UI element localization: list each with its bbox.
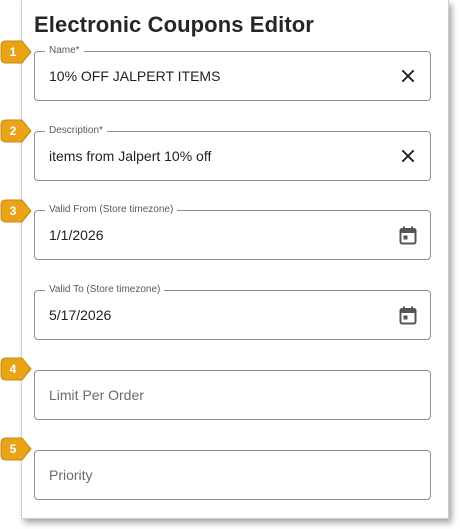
close-icon[interactable] bbox=[398, 146, 418, 166]
callout-number: 2 bbox=[9, 124, 17, 138]
limit-per-order-field[interactable]: Limit Per Order bbox=[34, 370, 431, 420]
callout-number: 1 bbox=[9, 45, 17, 59]
valid-to-value: 5/17/2026 bbox=[49, 307, 112, 323]
valid-to-field[interactable]: Valid To (Store timezone) 5/17/2026 bbox=[34, 284, 431, 340]
description-field[interactable]: Description* items from Jalpert 10% off bbox=[34, 125, 431, 181]
valid-from-value: 1/1/2026 bbox=[49, 227, 104, 243]
callout-number: 3 bbox=[9, 204, 17, 218]
valid-from-label: Valid From (Store timezone) bbox=[45, 204, 178, 216]
calendar-icon[interactable] bbox=[398, 225, 418, 245]
close-icon[interactable] bbox=[398, 66, 418, 86]
description-label: Description* bbox=[45, 125, 107, 137]
valid-from-field[interactable]: Valid From (Store timezone) 1/1/2026 bbox=[34, 204, 431, 260]
callout-marker-1: 1 bbox=[0, 40, 32, 64]
callout-marker-5: 5 bbox=[0, 437, 32, 461]
callout-marker-2: 2 bbox=[0, 119, 32, 143]
priority-field[interactable]: Priority bbox=[34, 450, 431, 500]
name-value: 10% OFF JALPERT ITEMS bbox=[49, 68, 221, 84]
callout-marker-3: 3 bbox=[0, 199, 32, 223]
priority-placeholder: Priority bbox=[49, 467, 93, 483]
callout-number: 4 bbox=[9, 362, 17, 376]
page-title: Electronic Coupons Editor bbox=[34, 12, 314, 37]
name-label: Name* bbox=[45, 45, 84, 57]
calendar-icon[interactable] bbox=[398, 305, 418, 325]
description-value: items from Jalpert 10% off bbox=[49, 148, 212, 164]
name-field[interactable]: Name* 10% OFF JALPERT ITEMS bbox=[34, 45, 431, 101]
callout-marker-4: 4 bbox=[0, 357, 32, 381]
limit-per-order-placeholder: Limit Per Order bbox=[49, 387, 144, 403]
valid-to-label: Valid To (Store timezone) bbox=[45, 284, 165, 296]
callout-number: 5 bbox=[9, 442, 17, 456]
